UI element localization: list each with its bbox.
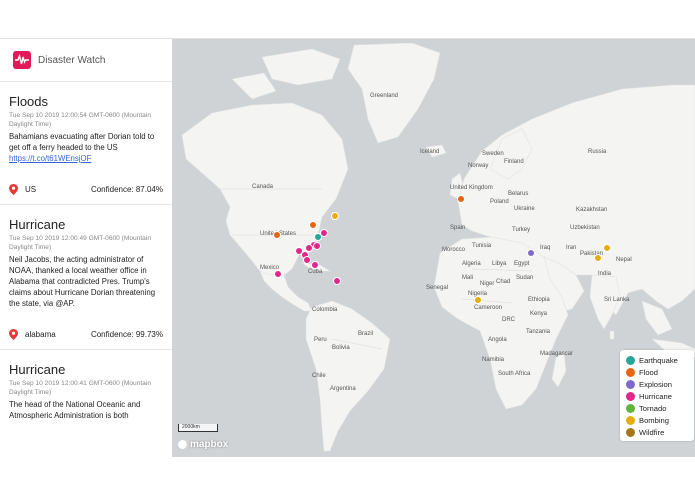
event-timestamp: Tue Sep 10 2019 12:00:49 GMT-0600 (Mount… [9,235,151,251]
event-meta: US Confidence: 87.04% [9,174,163,204]
event-title: Hurricane [9,217,66,232]
hurricane-marker[interactable] [274,270,282,278]
location-pin-icon [9,183,18,195]
earthquake-marker[interactable] [314,233,322,241]
legend-label: Bombing [639,415,669,425]
event-title: Floods [9,94,49,109]
event-message: Neil Jacobs, the acting administrator of… [9,255,156,308]
explosion-dot [626,379,635,389]
app-header: Disaster Watch [0,39,172,82]
event-card[interactable]: Hurricane Tue Sep 10 2019 12:00:41 GMT-0… [0,350,172,421]
mapbox-icon [178,440,187,449]
event-confidence: Confidence: 87.04% [90,184,163,194]
location-pin-icon [9,328,18,340]
legend-label: Flood [639,367,658,377]
event-confidence: Confidence: 99.73% [90,329,163,339]
event-card[interactable]: Floods Tue Sep 10 2019 12:00:54 GMT-0600… [0,82,172,205]
hurricane-marker[interactable] [333,277,341,285]
flood-marker[interactable] [309,221,317,229]
bombing-marker[interactable] [603,244,611,252]
mapbox-logo[interactable]: mapbox [178,439,228,450]
bombing-marker[interactable] [331,212,339,220]
hurricane-marker[interactable] [303,256,311,264]
hurricane-marker[interactable] [313,242,321,250]
legend-label: Earthquake [639,355,678,365]
hurricane-marker[interactable] [311,261,319,269]
pulse-logo-icon [13,51,31,69]
legend-item-hurricane: Hurricane [626,390,694,402]
event-location: US [9,183,37,195]
event-message: Bahamians evacuating after Dorian told t… [9,131,163,164]
map-legend: Earthquake Flood Explosion Hurricane Tor… [620,350,694,441]
event-title: Hurricane [9,362,66,377]
bombing-marker[interactable] [594,254,602,262]
event-location-label: US [25,184,37,194]
legend-item-earthquake: Earthquake [626,354,694,366]
app-frame: Disaster Watch Floods Tue Sep 10 2019 12… [0,38,695,457]
flood-marker[interactable] [457,195,465,203]
flood-dot [626,367,635,377]
event-markers [273,195,694,393]
world-map[interactable]: Greenland Iceland Canada United States M… [172,39,695,457]
map-scale: 2000km [178,424,218,432]
hurricane-dot [626,391,635,401]
event-meta: alabama Confidence: 99.73% [9,319,163,349]
bombing-dot [626,415,635,425]
event-card[interactable]: Hurricane Tue Sep 10 2019 12:00:49 GMT-0… [0,205,172,350]
event-timestamp: Tue Sep 10 2019 12:00:54 GMT-0600 (Mount… [9,112,151,128]
event-message: The head of the National Oceanic and Atm… [9,400,141,420]
app-title: Disaster Watch [38,54,106,66]
flood-marker[interactable] [273,231,281,239]
legend-label: Wildfire [639,427,665,437]
bombing-marker[interactable] [474,296,482,304]
legend-label: Hurricane [639,391,672,401]
legend-label: Tornado [639,403,667,413]
legend-item-explosion: Explosion [626,378,694,390]
legend-item-bombing: Bombing [626,414,694,426]
tornado-dot [626,403,635,413]
event-link[interactable]: https://t.co/t61WEnsjOF [9,153,163,164]
legend-item-flood: Flood [626,366,694,378]
legend-label: Explosion [639,379,672,389]
event-timestamp: Tue Sep 10 2019 12:00:41 GMT-0600 (Mount… [9,380,151,396]
legend-item-tornado: Tornado [626,402,694,414]
event-location-label: alabama [25,329,56,339]
event-location: alabama [9,328,56,340]
hurricane-marker[interactable] [305,244,313,252]
sidebar: Disaster Watch Floods Tue Sep 10 2019 12… [0,39,173,457]
mapbox-label: mapbox [190,439,229,450]
explosion-marker[interactable] [527,249,535,257]
event-message-text: Bahamians evacuating after Dorian told t… [9,132,155,152]
wildfire-dot [626,427,635,437]
legend-item-wildfire: Wildfire [626,426,694,438]
earthquake-dot [626,355,635,365]
